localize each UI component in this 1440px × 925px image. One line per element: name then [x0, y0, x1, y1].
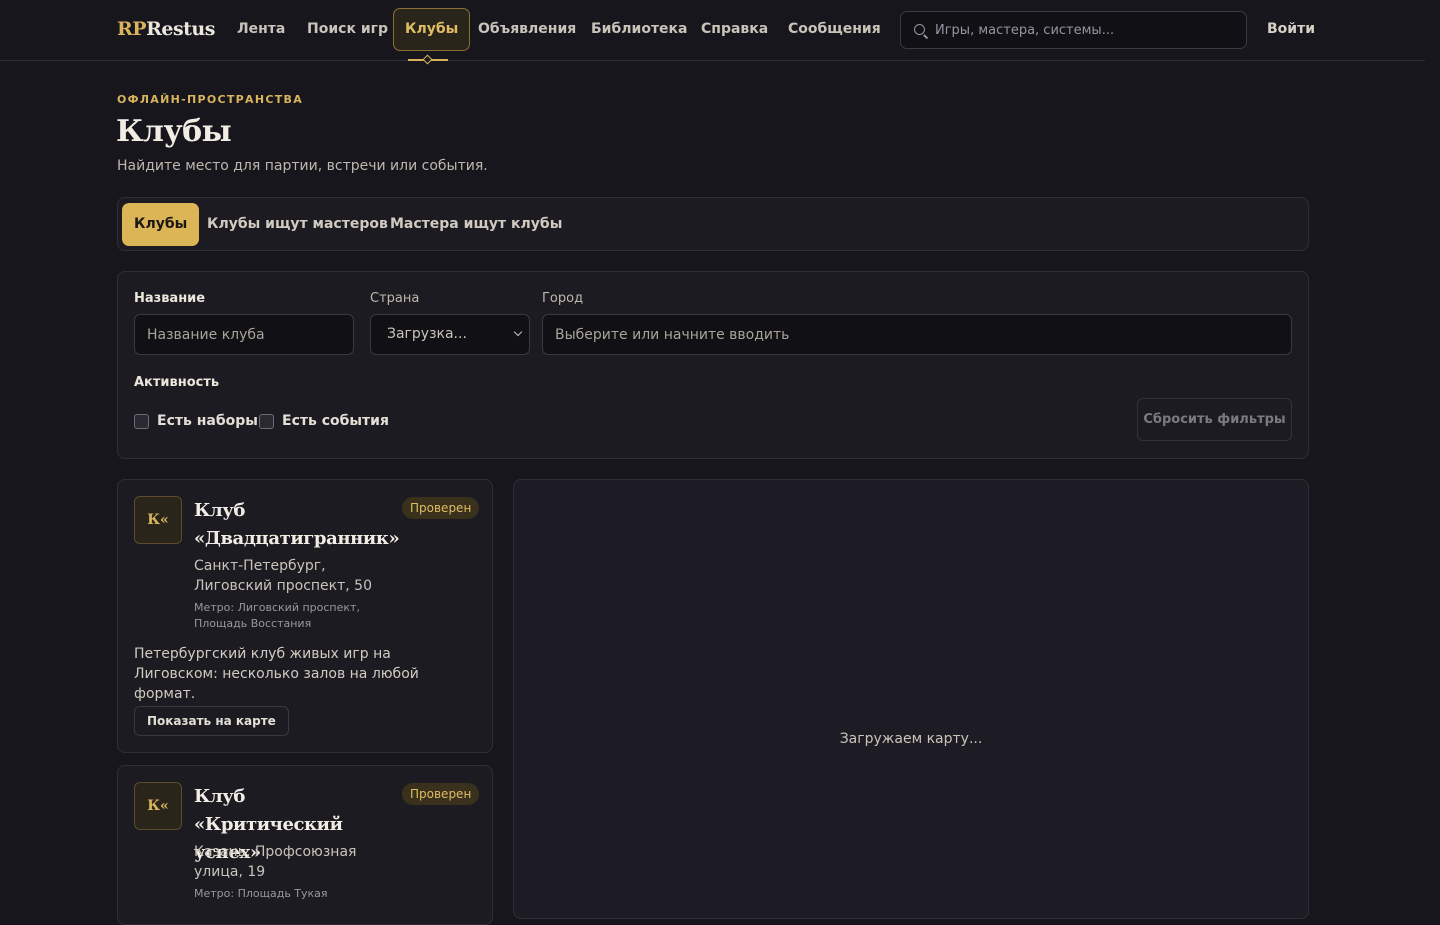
login-button[interactable]: Войти: [1267, 21, 1315, 37]
has-events-checkbox[interactable]: Есть события: [259, 413, 389, 429]
top-navigation-bar: RPRestus Лента Поиск игр Клубы Объявлени…: [0, 0, 1425, 65]
checkbox-box[interactable]: [134, 413, 149, 429]
city-filter-label: Город: [542, 291, 584, 306]
activity-label: Активность: [134, 375, 220, 390]
club-card: К« Клуб «Критический успех» Проверен Каз…: [117, 765, 493, 925]
club-avatar: К«: [134, 782, 182, 830]
reset-filters-button[interactable]: Сбросить фильтры: [1137, 398, 1292, 441]
logo-accent: RP: [117, 18, 147, 40]
chevron-down-icon: [513, 327, 523, 337]
filters-panel: Название Страна Загрузка... Город Активн…: [117, 271, 1309, 459]
club-card: К« Клуб «Двадцатигранник» Проверен Санкт…: [117, 479, 493, 753]
page-title: Клубы: [116, 114, 232, 149]
name-filter-label: Название: [134, 291, 206, 306]
club-metro: Метро: Лиговский проспект, Площадь Восст…: [194, 601, 360, 630]
tab-clubs[interactable]: Клубы: [122, 203, 200, 246]
clubs-tabs: Клубы Клубы ищут мастеров Мастера ищут к…: [117, 197, 1309, 251]
search-input[interactable]: [935, 20, 1235, 40]
club-description: Петербургский клуб живых игр на Лиговско…: [134, 646, 419, 702]
section-eyebrow: ОФЛАЙН-ПРОСТРАНСТВА: [117, 93, 304, 106]
verified-badge: Проверен: [402, 783, 480, 805]
has-recruitment-checkbox[interactable]: Есть наборы: [134, 413, 258, 429]
club-address: Санкт-Петербург, Лиговский проспект, 50: [194, 558, 372, 594]
map-loading-text: Загружаем карту...: [839, 731, 983, 747]
checkbox-label: Есть события: [282, 413, 389, 429]
nav-item-library[interactable]: Библиотека: [591, 8, 688, 51]
show-on-map-button[interactable]: Показать на карте: [134, 706, 289, 736]
tab-masters-seek-clubs[interactable]: Мастера ищут клубы: [390, 203, 562, 246]
city-input[interactable]: [542, 314, 1292, 355]
club-avatar: К«: [134, 496, 182, 544]
active-nav-diamond-icon: [422, 54, 433, 65]
verified-badge: Проверен: [402, 497, 480, 519]
club-address: Казань, Профсоюзная улица, 19: [194, 844, 357, 880]
club-name-input[interactable]: [134, 314, 354, 355]
nav-item-messages[interactable]: Сообщения: [788, 8, 881, 51]
checkbox-label: Есть наборы: [157, 413, 258, 429]
search-icon: [914, 24, 925, 35]
country-select-value: Загрузка...: [387, 326, 467, 342]
checkbox-box[interactable]: [259, 413, 274, 429]
tab-clubs-seek-masters[interactable]: Клубы ищут мастеров: [207, 203, 388, 246]
clubs-map[interactable]: Загружаем карту...: [513, 479, 1309, 919]
nav-item-clubs[interactable]: Клубы: [393, 8, 471, 51]
logo-text: Restus: [146, 18, 215, 40]
site-logo[interactable]: RPRestus: [117, 18, 215, 40]
nav-item-game-search[interactable]: Поиск игр: [307, 8, 388, 51]
country-select[interactable]: Загрузка...: [370, 314, 530, 355]
country-filter-label: Страна: [370, 291, 420, 306]
nav-item-announcements[interactable]: Объявления: [478, 8, 576, 51]
nav-item-help[interactable]: Справка: [701, 8, 768, 51]
global-search[interactable]: [900, 11, 1247, 49]
nav-item-feed[interactable]: Лента: [237, 8, 285, 51]
page-subtitle: Найдите место для партии, встречи или со…: [117, 158, 488, 174]
club-title[interactable]: Клуб «Двадцатигранник»: [194, 497, 400, 553]
